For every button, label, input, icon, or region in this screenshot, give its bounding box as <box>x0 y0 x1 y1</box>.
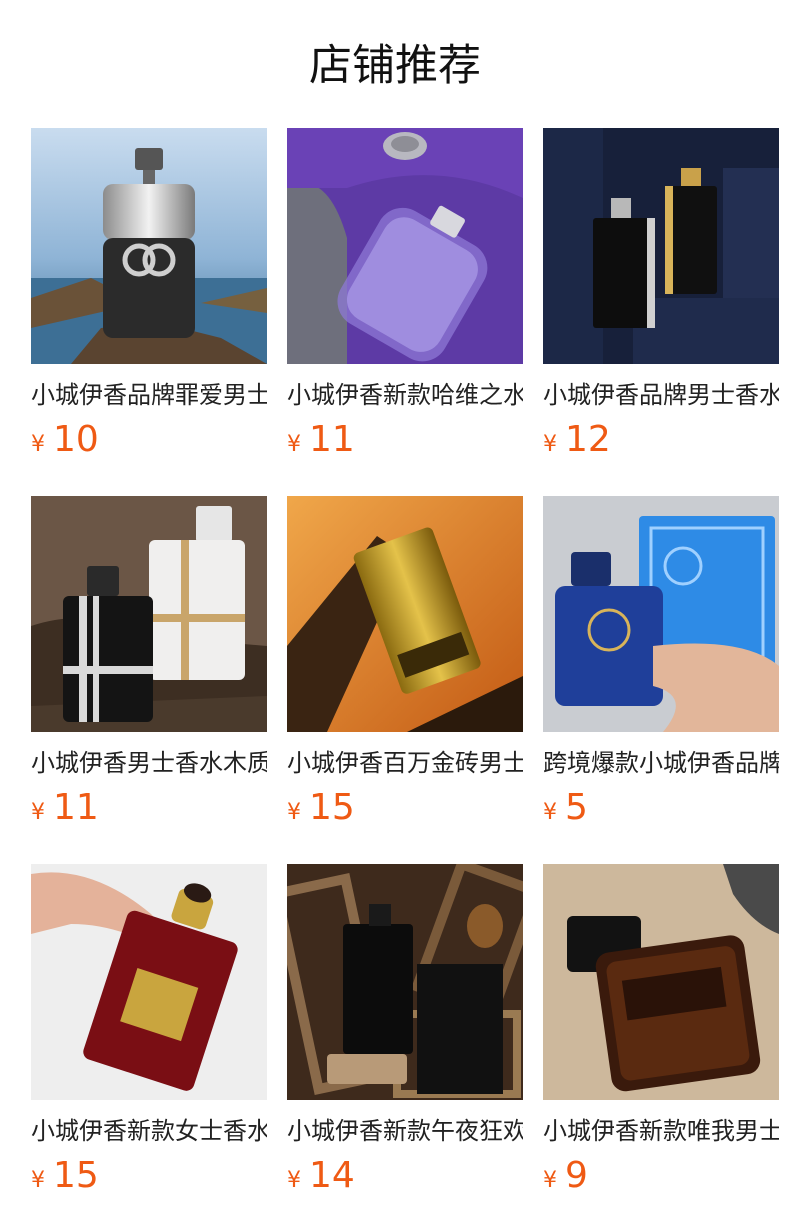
currency-symbol: ¥ <box>543 1168 557 1193</box>
product-name[interactable]: 小城伊香新款唯我男士香水 <box>543 1116 779 1146</box>
product-image[interactable] <box>31 128 267 364</box>
price-value: 14 <box>309 1155 355 1196</box>
product-card[interactable]: 小城伊香新款女士香水 ¥15 <box>31 864 267 1196</box>
product-grid: 小城伊香品牌罪爱男士香水 ¥10 小城伊香新款哈维之水香水 ¥11 <box>31 128 779 1196</box>
currency-symbol: ¥ <box>31 800 45 825</box>
product-price: ¥15 <box>31 1156 267 1196</box>
price-value: 12 <box>565 419 611 460</box>
product-price: ¥15 <box>287 788 523 828</box>
product-image[interactable] <box>31 864 267 1100</box>
product-image[interactable] <box>31 496 267 732</box>
currency-symbol: ¥ <box>287 432 301 457</box>
product-price: ¥10 <box>31 420 267 460</box>
product-image[interactable] <box>287 864 523 1100</box>
price-value: 15 <box>309 787 355 828</box>
product-card[interactable]: 小城伊香新款哈维之水香水 ¥11 <box>287 128 523 460</box>
product-card[interactable]: 小城伊香百万金砖男士香水 ¥15 <box>287 496 523 828</box>
product-name[interactable]: 小城伊香百万金砖男士香水 <box>287 748 523 778</box>
product-image[interactable] <box>543 496 779 732</box>
product-image[interactable] <box>287 496 523 732</box>
product-card[interactable]: 小城伊香男士香水木质调 ¥11 <box>31 496 267 828</box>
product-name[interactable]: 小城伊香男士香水木质调 <box>31 748 267 778</box>
product-image[interactable] <box>543 864 779 1100</box>
product-price: ¥9 <box>543 1156 779 1196</box>
product-image[interactable] <box>543 128 779 364</box>
page-title: 店铺推荐 <box>309 41 481 91</box>
price-value: 11 <box>53 787 99 828</box>
product-card[interactable]: 小城伊香新款午夜狂欢香水 ¥14 <box>287 864 523 1196</box>
product-name[interactable]: 小城伊香新款哈维之水香水 <box>287 380 523 410</box>
product-name[interactable]: 小城伊香品牌男士香水 <box>543 380 779 410</box>
product-price: ¥14 <box>287 1156 523 1196</box>
currency-symbol: ¥ <box>287 800 301 825</box>
currency-symbol: ¥ <box>31 1168 45 1193</box>
product-card[interactable]: 小城伊香品牌男士香水 ¥12 <box>543 128 779 460</box>
product-price: ¥11 <box>287 420 523 460</box>
currency-symbol: ¥ <box>543 800 557 825</box>
product-card[interactable]: 跨境爆款小城伊香品牌香水 ¥5 <box>543 496 779 828</box>
currency-symbol: ¥ <box>31 432 45 457</box>
product-name[interactable]: 小城伊香新款午夜狂欢香水 <box>287 1116 523 1146</box>
product-price: ¥5 <box>543 788 779 828</box>
currency-symbol: ¥ <box>543 432 557 457</box>
product-image[interactable] <box>287 128 523 364</box>
product-price: ¥12 <box>543 420 779 460</box>
currency-symbol: ¥ <box>287 1168 301 1193</box>
product-price: ¥11 <box>31 788 267 828</box>
price-value: 10 <box>53 419 99 460</box>
price-value: 9 <box>565 1155 588 1196</box>
product-name[interactable]: 跨境爆款小城伊香品牌香水 <box>543 748 779 778</box>
product-card[interactable]: 小城伊香新款唯我男士香水 ¥9 <box>543 864 779 1196</box>
price-value: 11 <box>309 419 355 460</box>
price-value: 15 <box>53 1155 99 1196</box>
price-value: 5 <box>565 787 588 828</box>
product-name[interactable]: 小城伊香品牌罪爱男士香水 <box>31 380 267 410</box>
product-name[interactable]: 小城伊香新款女士香水 <box>31 1116 267 1146</box>
product-card[interactable]: 小城伊香品牌罪爱男士香水 ¥10 <box>31 128 267 460</box>
